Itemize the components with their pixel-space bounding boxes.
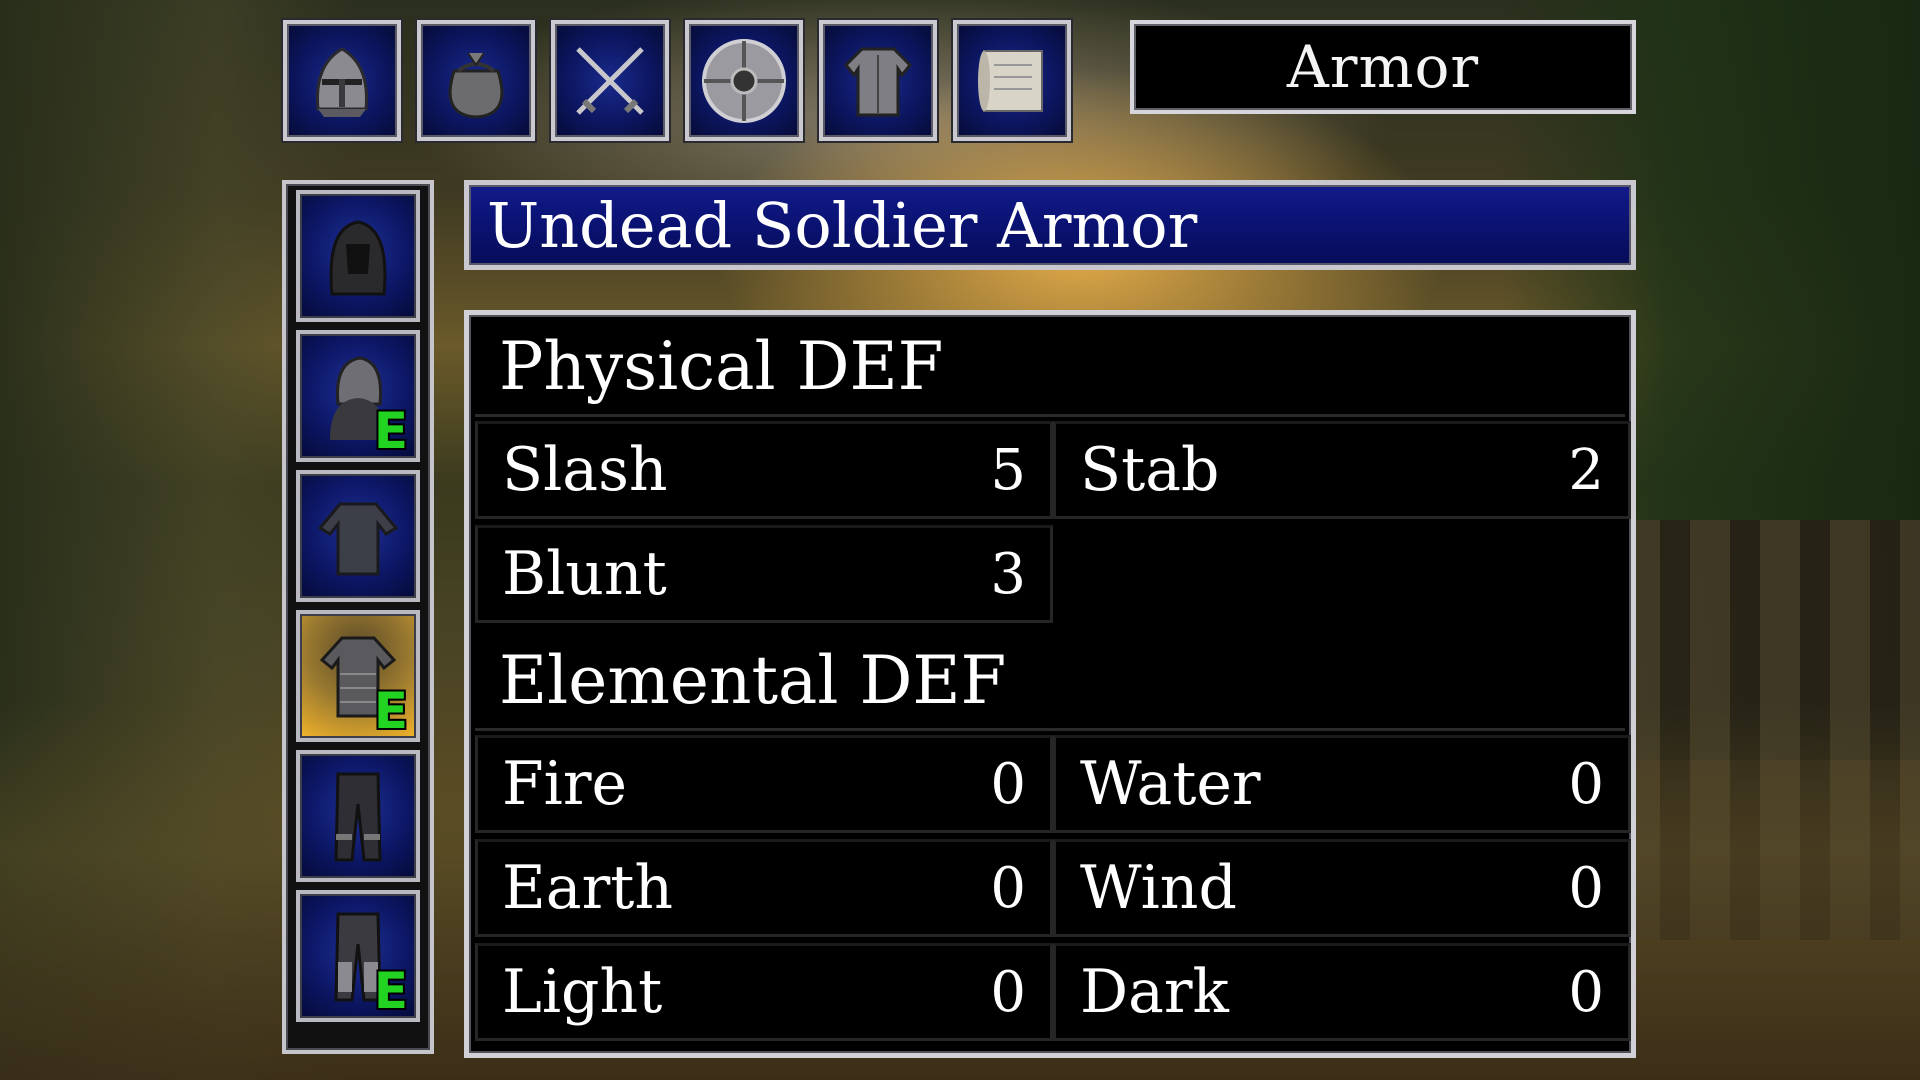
stat-label: Blunt [502, 539, 667, 609]
crossed-swords-icon [576, 46, 644, 115]
stat-label: Dark [1080, 957, 1229, 1027]
armor-tab[interactable] [819, 20, 937, 141]
stat-blunt: Blunt 3 [475, 525, 1053, 623]
stat-value: 2 [1568, 437, 1604, 503]
stat-value: 0 [1568, 855, 1604, 921]
shield-icon [702, 38, 786, 123]
item-slot-hood[interactable] [296, 190, 420, 322]
pants-icon [334, 772, 382, 862]
stat-value: 5 [990, 437, 1026, 503]
item-slot-greaves[interactable]: E [296, 890, 420, 1022]
item-list: E E E [282, 180, 434, 1054]
weapons-tab[interactable] [551, 20, 669, 141]
stat-label: Fire [502, 749, 628, 819]
item-slot-body-armor[interactable]: E [296, 610, 420, 742]
helmet-icon [316, 46, 368, 117]
item-title: Undead Soldier Armor [464, 180, 1636, 270]
stat-label: Earth [502, 853, 674, 923]
item-slot-helmet-coif[interactable]: E [296, 330, 420, 462]
stat-water: Water 0 [1053, 735, 1631, 833]
shield-tab[interactable] [685, 20, 803, 141]
stat-value: 0 [990, 959, 1026, 1025]
stat-label: Water [1080, 749, 1261, 819]
pouch-icon [448, 51, 504, 119]
stat-slash: Slash 5 [475, 421, 1053, 519]
background-fence [1620, 520, 1920, 940]
elemental-def-heading: Elemental DEF [475, 633, 1625, 731]
equipped-badge: E [373, 682, 408, 740]
stat-label: Light [502, 957, 663, 1027]
scroll-icon [978, 49, 1043, 112]
stat-earth: Earth 0 [475, 839, 1053, 937]
stats-panel: Physical DEF Slash 5 Stab 2 Blunt 3 Elem… [464, 310, 1636, 1058]
category-label: Armor [1130, 20, 1636, 114]
equipped-badge: E [373, 402, 408, 460]
stat-value: 3 [990, 541, 1026, 607]
scroll-tab[interactable] [953, 20, 1071, 141]
stat-label: Wind [1080, 853, 1237, 923]
item-slot-pants[interactable] [296, 750, 420, 882]
stat-value: 0 [1568, 751, 1604, 817]
stat-wind: Wind 0 [1053, 839, 1631, 937]
stat-value: 0 [990, 855, 1026, 921]
stat-value: 0 [990, 751, 1026, 817]
stat-light: Light 0 [475, 943, 1053, 1041]
item-slot-tunic[interactable] [296, 470, 420, 602]
stat-value: 0 [1568, 959, 1604, 1025]
stat-label: Slash [502, 435, 668, 505]
hood-icon [329, 220, 387, 296]
stat-stab: Stab 2 [1053, 421, 1631, 519]
helmet-tab[interactable] [283, 20, 401, 141]
equipped-badge: E [373, 962, 408, 1020]
physical-def-heading: Physical DEF [475, 319, 1625, 417]
armor-icon [843, 47, 913, 116]
pouch-tab[interactable] [417, 20, 535, 141]
tunic-icon [317, 502, 399, 576]
stat-dark: Dark 0 [1053, 943, 1631, 1041]
stat-fire: Fire 0 [475, 735, 1053, 833]
stat-label: Stab [1080, 435, 1220, 505]
